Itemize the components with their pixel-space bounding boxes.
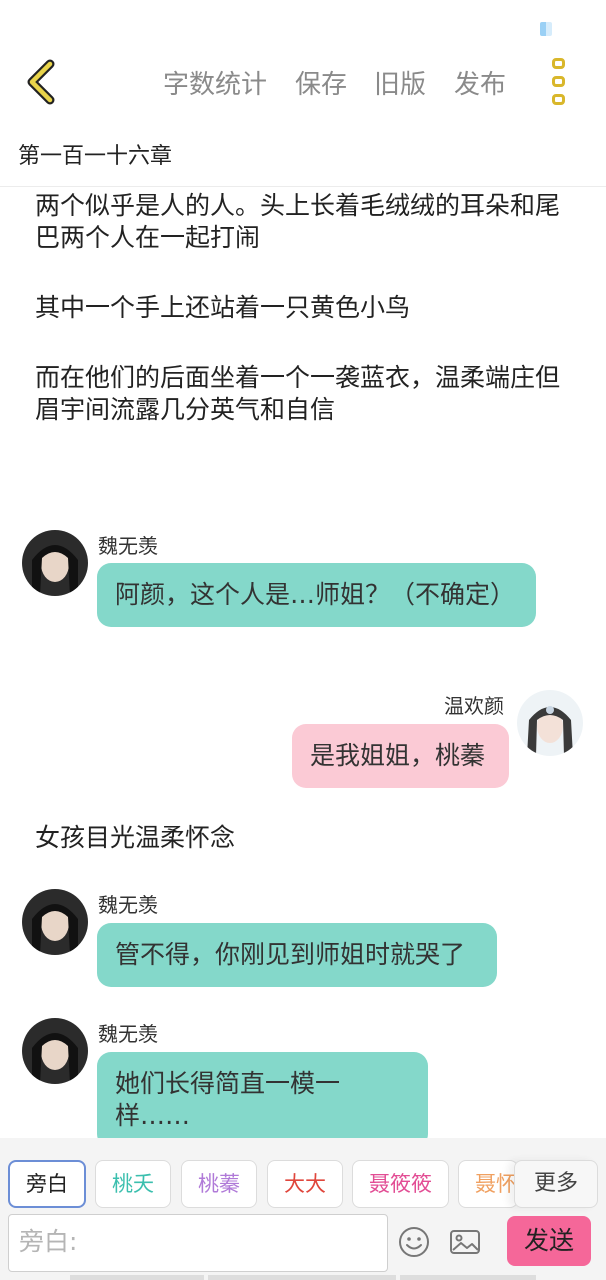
old-version-button[interactable]: 旧版 [374, 64, 426, 101]
chapter-title[interactable]: 第一百一十六章 [18, 138, 172, 170]
chat-bubble[interactable]: 阿颜，这个人是…师姐？（不确定） [97, 563, 536, 627]
vertical-dots-icon [552, 58, 565, 69]
avatar-image [22, 889, 88, 955]
image-icon [450, 1230, 480, 1254]
publish-button[interactable]: 发布 [454, 64, 506, 101]
role-tab[interactable]: 桃蓁 [181, 1160, 257, 1208]
emoji-button[interactable] [398, 1226, 430, 1258]
role-tab[interactable]: 桃夭 [95, 1160, 171, 1208]
avatar-image [517, 690, 583, 756]
narration-text: 而在他们的后面坐着一个一袭蓝衣，温柔端庄但眉宇间流露几分英气和自信 [35, 363, 561, 424]
message-input[interactable] [19, 1227, 377, 1256]
chat-bubble[interactable]: 她们长得简直一模一样…… [97, 1052, 428, 1148]
top-toolbar: 字数统计 保存 旧版 发布 [0, 50, 606, 114]
word-count-button[interactable]: 字数统计 [163, 64, 267, 101]
avatar[interactable] [517, 690, 583, 756]
back-button[interactable] [18, 56, 68, 106]
role-tab[interactable]: 大大 [267, 1160, 343, 1208]
narration-text: 其中一个手上还站着一只黄色小鸟 [35, 293, 411, 322]
role-tab-narrator[interactable]: 旁白 [8, 1160, 86, 1208]
divider [0, 186, 606, 187]
divider [400, 1275, 536, 1280]
divider [208, 1275, 396, 1280]
chat-bubble[interactable]: 是我姐姐，桃蓁 [292, 724, 509, 788]
message-input-box[interactable] [8, 1214, 388, 1272]
save-button[interactable]: 保存 [295, 64, 347, 101]
chat-bubble[interactable]: 管不得，你刚见到师姐时就哭了 [97, 923, 497, 987]
sender-name: 魏无羡 [98, 893, 158, 917]
avatar[interactable] [22, 530, 88, 596]
role-tab[interactable]: 聂怀 [458, 1160, 518, 1208]
chevron-left-icon [27, 59, 55, 105]
composer-panel: 旁白 桃夭 桃蓁 大大 聂筱筱 聂怀 更多 发送 [0, 1138, 606, 1280]
status-indicator-icon [540, 22, 552, 36]
avatar-image [22, 530, 88, 596]
sender-name: 魏无羡 [98, 1022, 158, 1046]
role-tab[interactable]: 聂筱筱 [352, 1160, 449, 1208]
send-button[interactable]: 发送 [507, 1216, 591, 1266]
sender-name: 温欢颜 [444, 694, 504, 718]
narration-text: 女孩目光温柔怀念 [35, 823, 236, 852]
sender-name: 魏无羡 [98, 534, 158, 558]
avatar[interactable] [22, 1018, 88, 1084]
more-roles-button[interactable]: 更多 [514, 1160, 598, 1208]
avatar-image [22, 1018, 88, 1084]
narration-text: 两个似乎是人的人。头上长着毛绒绒的耳朵和尾巴两个人在一起打闹 [35, 191, 561, 252]
vertical-dots-icon [552, 94, 565, 105]
divider [70, 1275, 204, 1280]
vertical-dots-icon [552, 76, 565, 87]
avatar[interactable] [22, 889, 88, 955]
more-options-button[interactable] [544, 56, 572, 106]
status-bar [0, 0, 606, 50]
smiley-icon [399, 1227, 429, 1257]
image-button[interactable] [449, 1226, 481, 1258]
